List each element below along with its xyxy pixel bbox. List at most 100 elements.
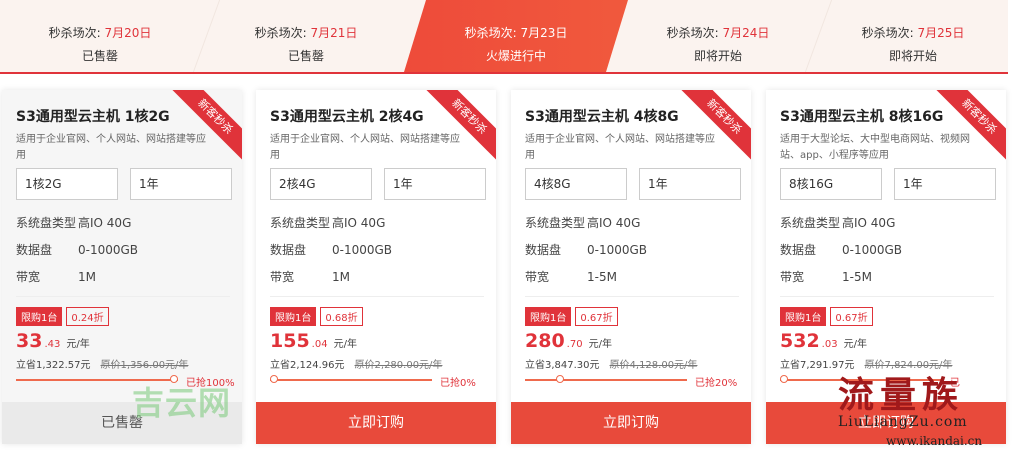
session-label: 秒杀场次: — [861, 26, 914, 40]
session-tab-0724[interactable]: 秒杀场次: 7月24日 即将开始 — [618, 0, 818, 72]
config-select[interactable]: 1核2G — [16, 168, 118, 200]
period-select[interactable]: 1年 — [894, 168, 996, 200]
spec-label: 系统盘类型 — [16, 216, 77, 230]
spec-value: 0-1000GB — [587, 243, 648, 257]
session-label: 秒杀场次: — [48, 26, 101, 40]
divider — [270, 296, 484, 297]
session-date: 7月23日 — [520, 26, 568, 40]
divider — [16, 296, 230, 297]
spec-label: 带宽 — [525, 270, 550, 284]
session-tab-0725[interactable]: 秒杀场次: 7月25日 即将开始 — [818, 0, 1008, 72]
spec-label: 数据盘 — [780, 243, 817, 257]
spec-value: 0-1000GB — [78, 243, 139, 257]
price: 155.04 元/年 — [270, 330, 357, 352]
site-url-watermark: www.ikandai.cn — [886, 434, 983, 448]
period-select[interactable]: 1年 — [130, 168, 232, 200]
price-integer: 33 — [16, 330, 43, 352]
sold-progress-text: 已抢20% — [695, 378, 738, 389]
tags: 限购1台 0.68折 — [270, 306, 367, 326]
spec-data-disk: 数据盘 0-1000GB — [16, 241, 138, 258]
price-decimal: .04 — [311, 339, 328, 350]
price-unit: 元/年 — [588, 339, 612, 350]
period-select[interactable]: 1年 — [639, 168, 741, 200]
spec-label: 带宽 — [270, 270, 295, 284]
discount-tag: 0.24折 — [66, 307, 109, 326]
sold-progress-bar — [525, 375, 687, 383]
price-unit: 元/年 — [843, 339, 867, 350]
config-select[interactable]: 2核4G — [270, 168, 372, 200]
limit-tag: 限购1台 — [16, 307, 63, 326]
spec-value: 0-1000GB — [332, 243, 393, 257]
product-subtitle: 适用于企业官网、个人网站、网站搭建等应用 — [525, 134, 715, 161]
spec-data-disk: 数据盘 0-1000GB — [525, 241, 647, 258]
spec-bandwidth: 带宽 1M — [16, 268, 96, 285]
sold-progress-bar — [270, 375, 432, 383]
product-card-2c4g: 新客秒杀 S3通用型云主机 2核4G 适用于企业官网、个人网站、网站搭建等应用 … — [256, 90, 496, 444]
spec-label: 系统盘类型 — [780, 216, 841, 230]
progress-knob — [556, 375, 564, 383]
tags: 限购1台 0.24折 — [16, 306, 113, 326]
session-tab-0723-active[interactable]: 秒杀场次: 7月23日 火爆进行中 — [404, 0, 628, 72]
divider — [780, 296, 994, 297]
tags: 限购1台 0.67折 — [525, 306, 622, 326]
buy-now-button[interactable]: 立即订购 — [256, 402, 496, 444]
spec-bandwidth: 带宽 1M — [270, 268, 350, 285]
session-label: 秒杀场次: — [254, 26, 307, 40]
session-date: 7月24日 — [722, 26, 770, 40]
original-price: 原价2,280.00元/年 — [354, 360, 443, 371]
spec-value: 高IO 40G — [587, 216, 641, 230]
spec-disk-type: 系统盘类型 高IO 40G — [16, 214, 131, 231]
spec-label: 系统盘类型 — [525, 216, 586, 230]
spec-disk-type: 系统盘类型 高IO 40G — [525, 214, 640, 231]
spec-value: 0-1000GB — [842, 243, 903, 257]
discount-tag: 0.68折 — [320, 307, 363, 326]
session-status: 即将开始 — [693, 49, 742, 63]
progress-knob — [270, 375, 278, 383]
spec-data-disk: 数据盘 0-1000GB — [270, 241, 392, 258]
price: 33.43 元/年 — [16, 330, 90, 352]
session-tab-0720[interactable]: 秒杀场次: 7月20日 已售罄 — [0, 0, 200, 72]
savings: 立省3,847.30元 原价4,128.00元/年 — [525, 356, 697, 371]
price-decimal: .03 — [821, 339, 838, 350]
discount-tag: 0.67折 — [830, 307, 873, 326]
spec-value: 高IO 40G — [842, 216, 896, 230]
session-date: 7月20日 — [104, 26, 152, 40]
session-label: 秒杀场次: — [464, 26, 517, 40]
spec-value: 高IO 40G — [78, 216, 132, 230]
liuliangzu-url-watermark: LiuLiangZu.com — [838, 414, 968, 430]
buy-now-button[interactable]: 立即订购 — [511, 402, 751, 444]
spec-label: 系统盘类型 — [270, 216, 331, 230]
original-price: 原价4,128.00元/年 — [609, 360, 698, 371]
spec-label: 数据盘 — [16, 243, 53, 257]
spec-label: 带宽 — [16, 270, 41, 284]
config-select[interactable]: 8核16G — [780, 168, 882, 200]
price-integer: 532 — [780, 330, 820, 352]
spec-value: 1M — [78, 270, 96, 284]
price-integer: 280 — [525, 330, 565, 352]
product-title: S3通用型云主机 2核4G — [270, 109, 424, 125]
product-subtitle: 适用于大型论坛、大中型电商网站、视频网站、app、小程序等应用 — [780, 134, 970, 161]
product-title: S3通用型云主机 8核16G — [780, 109, 944, 125]
spec-value: 1-5M — [842, 270, 872, 284]
spec-value: 1-5M — [587, 270, 617, 284]
original-price: 原价1,356.00元/年 — [100, 360, 189, 371]
spec-value: 高IO 40G — [332, 216, 386, 230]
jiyun-watermark: 吉云网 — [132, 384, 232, 422]
product-subtitle: 适用于企业官网、个人网站、网站搭建等应用 — [270, 134, 460, 161]
price-unit: 元/年 — [66, 339, 90, 350]
savings: 立省1,322.57元 原价1,356.00元/年 — [16, 356, 188, 371]
limit-tag: 限购1台 — [525, 307, 572, 326]
discount-tag: 0.67折 — [575, 307, 618, 326]
session-tabs: 秒杀场次: 7月20日 已售罄 秒杀场次: 7月21日 已售罄 秒杀场次: 7月… — [0, 0, 1008, 74]
session-tab-0721[interactable]: 秒杀场次: 7月21日 已售罄 — [206, 0, 406, 72]
config-select[interactable]: 4核8G — [525, 168, 627, 200]
price-unit: 元/年 — [333, 339, 357, 350]
price-decimal: .70 — [566, 339, 583, 350]
product-title: S3通用型云主机 1核2G — [16, 109, 170, 125]
period-select[interactable]: 1年 — [384, 168, 486, 200]
product-subtitle: 适用于企业官网、个人网站、网站搭建等应用 — [16, 134, 206, 161]
session-label: 秒杀场次: — [666, 26, 719, 40]
spec-data-disk: 数据盘 0-1000GB — [780, 241, 902, 258]
spec-bandwidth: 带宽 1-5M — [780, 268, 872, 285]
price-decimal: .43 — [44, 339, 61, 350]
